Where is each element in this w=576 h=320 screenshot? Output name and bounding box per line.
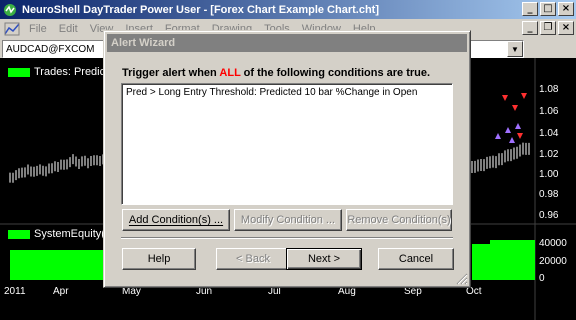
sell-signal-marker: [512, 105, 518, 111]
buy-signal-marker: [495, 133, 501, 139]
signal-markers: [495, 93, 527, 143]
y-tick-label: 40000: [539, 238, 567, 249]
dialog-separator: [121, 237, 453, 239]
trigger-suffix: of the following conditions are true.: [240, 67, 431, 79]
buy-signal-marker: [509, 137, 515, 143]
y-tick-label: 20000: [539, 256, 567, 267]
add-condition-button[interactable]: Add Condition(s) ...: [122, 209, 230, 231]
minimize-button[interactable]: _: [522, 2, 538, 16]
y-tick-label: 1.08: [539, 84, 559, 95]
trigger-all-keyword: ALL: [219, 67, 241, 79]
menu-file[interactable]: File: [23, 23, 53, 35]
trigger-instruction: Trigger alert when ALL of the following …: [122, 67, 430, 79]
app-titlebar: NeuroShell DayTrader Power User - [Forex…: [0, 0, 576, 19]
close-button[interactable]: ×: [558, 2, 574, 16]
next-label: Next >: [307, 253, 341, 265]
buy-signal-marker: [505, 127, 511, 133]
x-tick-label: 2011: [4, 286, 26, 297]
y-tick-label: 0.96: [539, 210, 559, 221]
mdi-restore-button[interactable]: ❐: [540, 21, 556, 35]
next-button[interactable]: Next >: [286, 248, 362, 270]
cancel-button[interactable]: Cancel: [378, 248, 454, 270]
modify-condition-label: Modify Condition ...: [240, 214, 336, 226]
dialog-title: Alert Wizard: [107, 34, 467, 52]
help-button[interactable]: Help: [122, 248, 196, 270]
equity-area: [472, 240, 535, 280]
bottom-pane-label: SystemEquity(: [8, 228, 105, 240]
sell-signal-marker: [521, 93, 527, 99]
back-button[interactable]: < Back: [216, 248, 290, 270]
y-tick-label: 1.06: [539, 106, 559, 117]
top-pane-label: Trades: Predic: [8, 66, 105, 78]
app-logo-icon: [2, 2, 18, 18]
y-tick-label: 1.04: [539, 128, 559, 139]
symbol-value: AUDCAD@FXCOM: [6, 43, 95, 55]
legend-swatch-equity: [8, 229, 30, 239]
chevron-down-icon[interactable]: ▼: [507, 41, 523, 57]
menu-edit[interactable]: Edit: [53, 23, 84, 35]
mdi-close-button[interactable]: ×: [558, 21, 574, 35]
maximize-button[interactable]: □: [540, 2, 556, 16]
y-tick-label: 1.00: [539, 169, 559, 180]
add-condition-label: Add Condition(s) ...: [128, 214, 224, 226]
back-label: < Back: [236, 253, 270, 265]
sell-signal-marker: [517, 133, 523, 139]
buy-signal-marker: [515, 123, 521, 129]
alert-wizard-dialog: Alert Wizard Trigger alert when ALL of t…: [103, 30, 471, 288]
chart-document-icon[interactable]: [3, 21, 21, 37]
top-pane-label-text: Trades: Predic: [34, 66, 106, 78]
cancel-label: Cancel: [398, 253, 434, 265]
condition-item[interactable]: Pred > Long Entry Threshold: Predicted 1…: [122, 84, 452, 98]
window-title: NeuroShell DayTrader Power User - [Forex…: [22, 3, 379, 16]
conditions-list[interactable]: Pred > Long Entry Threshold: Predicted 1…: [121, 83, 453, 205]
x-tick-label: Apr: [53, 286, 69, 297]
y-tick-label: 0.98: [539, 189, 559, 200]
remove-condition-label: Remove Condition(s): [347, 214, 451, 226]
mdi-minimize-button[interactable]: _: [522, 21, 538, 35]
y-tick-label: 1.02: [539, 149, 559, 160]
legend-swatch-trades: [8, 67, 30, 77]
help-label: Help: [147, 253, 171, 265]
resize-grip-icon[interactable]: [456, 273, 468, 285]
modify-condition-button[interactable]: Modify Condition ...: [234, 209, 342, 231]
equity-area: [10, 250, 104, 280]
y-tick-label: 0: [539, 273, 545, 284]
sell-signal-marker: [502, 95, 508, 101]
bottom-pane-label-text: SystemEquity(: [34, 228, 105, 240]
remove-condition-button[interactable]: Remove Condition(s): [346, 209, 452, 231]
trigger-prefix: Trigger alert when: [122, 67, 220, 79]
